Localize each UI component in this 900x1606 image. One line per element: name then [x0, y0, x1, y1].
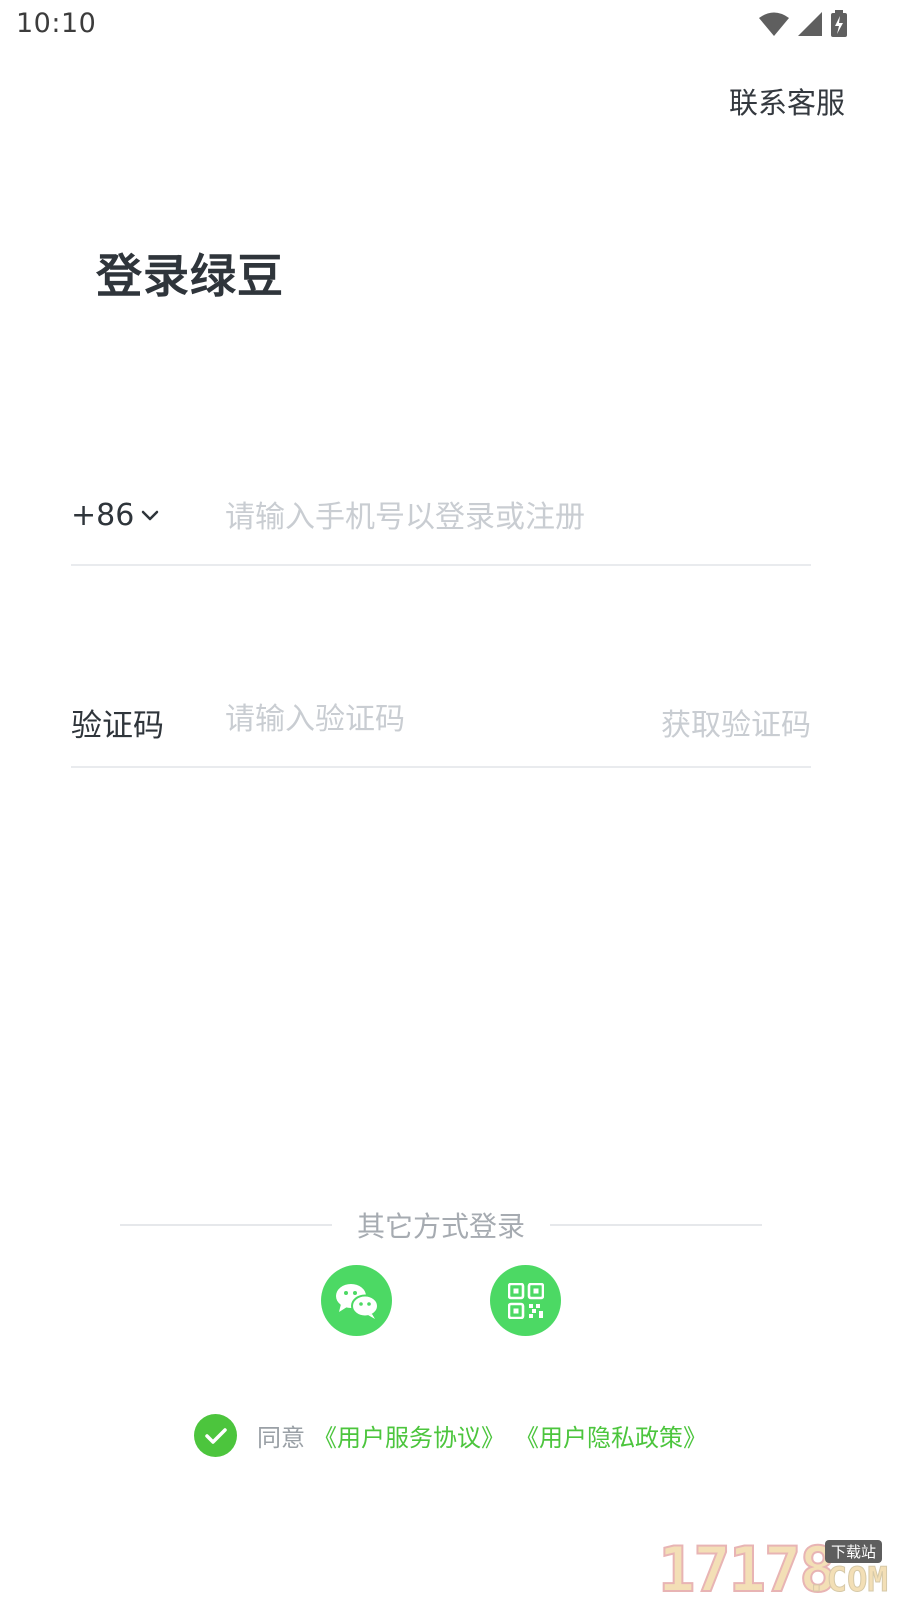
agree-checkbox[interactable] [194, 1414, 237, 1457]
chevron-down-icon [142, 510, 159, 520]
watermark-logo: 17178 下载站 .COM [657, 1530, 889, 1606]
status-bar: 10:10 [0, 0, 900, 50]
phone-field-row: +86 [71, 484, 811, 566]
code-input[interactable] [225, 694, 625, 744]
get-code-button[interactable]: 获取验证码 [661, 700, 811, 744]
wechat-icon [335, 1283, 379, 1319]
status-time: 10:10 [16, 8, 97, 39]
checkmark-icon [204, 1427, 227, 1444]
privacy-policy-link[interactable]: 《用户隐私政策》 [515, 1418, 707, 1453]
page-title: 登录绿豆 [96, 249, 284, 303]
agree-prefix: 同意 [257, 1424, 305, 1452]
code-label: 验证码 [71, 708, 164, 744]
country-code-value: +86 [71, 498, 135, 533]
other-login-divider: 其它方式登录 [120, 1205, 762, 1245]
battery-charging-icon [831, 10, 847, 37]
agreement-row: 同意 《用户服务协议》 《用户隐私政策》 [194, 1414, 717, 1457]
qr-code-icon [507, 1282, 544, 1319]
qr-login-button[interactable] [490, 1265, 561, 1336]
country-code-selector[interactable]: +86 [71, 498, 160, 533]
watermark-suffix: .COM [806, 1560, 889, 1601]
terms-of-service-link[interactable]: 《用户服务协议》 [313, 1418, 505, 1453]
code-field-row: 验证码 获取验证码 [71, 686, 811, 768]
divider-line-right [550, 1224, 762, 1226]
status-icons [758, 10, 848, 38]
wechat-login-button[interactable] [321, 1265, 392, 1336]
wifi-icon [759, 12, 789, 36]
contact-support-link[interactable]: 联系客服 [729, 80, 845, 122]
phone-input[interactable] [225, 492, 805, 542]
cellular-signal-icon [798, 12, 822, 36]
